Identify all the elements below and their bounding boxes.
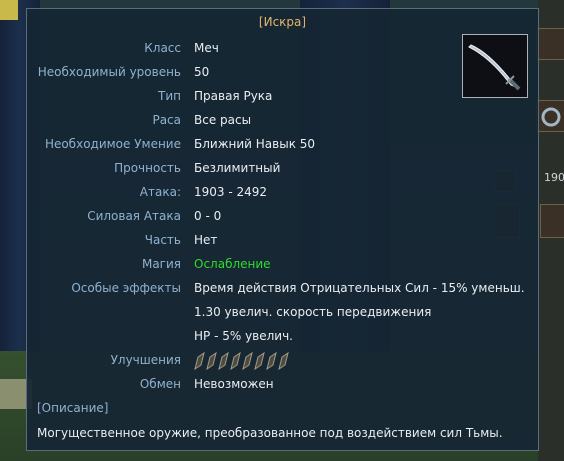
stat-value: Правая Рука: [194, 89, 273, 103]
stat-label: Обмен: [139, 377, 181, 391]
stat-value: 0 - 0: [194, 209, 222, 223]
stat-row-force-attack: Силовая Атака 0 - 0: [27, 209, 538, 227]
side-panel-number: 190: [544, 171, 564, 184]
stat-row-trade: Обмен Невозможен: [27, 377, 538, 395]
inventory-slot-claw-2[interactable]: [540, 204, 564, 238]
equipment-slot-ring[interactable]: [536, 100, 564, 132]
stat-row-upgrades: Улучшения: [27, 351, 538, 371]
stat-value: HP - 5% увелич.: [194, 329, 293, 343]
stat-label: Необходимый уровень: [37, 65, 181, 79]
stat-label: Раса: [152, 113, 181, 127]
stat-row-durability: Прочность Безлимитный: [27, 161, 538, 179]
upgrade-slots-icon: [194, 351, 289, 371]
frame-strip: [0, 0, 18, 20]
stat-value: 1.30 увелич. скорость передвижения: [194, 305, 432, 319]
stat-value: Меч: [194, 41, 219, 55]
upgrade-slot-gem: [278, 351, 289, 371]
stat-label: Часть: [144, 233, 181, 247]
stat-value: 50: [194, 65, 210, 79]
stat-label: Прочность: [114, 161, 181, 175]
stat-value: Невозможен: [194, 377, 274, 391]
stat-label: Класс: [144, 41, 181, 55]
description-text: Могущественное оружие, преобразованное п…: [37, 426, 503, 440]
equipment-slot-top[interactable]: [536, 28, 564, 60]
stat-row-part: Часть Нет: [27, 233, 538, 251]
description-header[interactable]: [Описание]: [37, 401, 108, 415]
stat-value: Нет: [194, 233, 218, 247]
stat-label: Магия: [141, 257, 181, 271]
stat-label: Тип: [158, 89, 181, 103]
upgrade-slot-gem: [194, 351, 205, 371]
upgrade-slot-gem: [242, 351, 253, 371]
stat-value: Время действия Отрицательных Сил - 15% у…: [194, 281, 525, 295]
stat-value: 1903 - 2492: [194, 185, 268, 199]
stat-label: Атака:: [139, 185, 181, 199]
stat-value: Безлимитный: [194, 161, 281, 175]
stat-value: Ближний Навык 50: [194, 137, 316, 151]
stat-row-type: Тип Правая Рука: [27, 89, 538, 107]
magic-value: Ослабление: [194, 257, 271, 271]
stat-row-class: Класс Меч: [27, 41, 538, 59]
stat-value: Все расы: [194, 113, 252, 127]
stat-row-required-skill: Необходимое Умение Ближний Навык 50: [27, 137, 538, 155]
upgrade-slot-gem: [218, 351, 229, 371]
item-tooltip: [Искра] Класс Меч Необходимый уровень 50…: [26, 8, 539, 451]
stat-label: Необходимое Умение: [44, 137, 181, 151]
stat-row-required-level: Необходимый уровень 50: [27, 65, 538, 83]
stat-label: Силовая Атака: [87, 209, 181, 223]
stat-row-attack: Атака: 1903 - 2492: [27, 185, 538, 203]
upgrade-slot-gem: [266, 351, 277, 371]
stat-label: Особые эффекты: [71, 281, 181, 295]
upgrade-slot-gem: [206, 351, 217, 371]
item-title: [Искра]: [258, 15, 307, 29]
stat-row-effect-2: 1.30 увелич. скорость передвижения: [27, 305, 538, 323]
stat-row-race: Раса Все расы: [27, 113, 538, 131]
stat-row-special-effects: Особые эффекты Время действия Отрицатель…: [27, 281, 538, 299]
upgrade-slot-gem: [254, 351, 265, 371]
stat-row-effect-3: HP - 5% увелич.: [27, 329, 538, 347]
upgrade-slot-gem: [230, 351, 241, 371]
stat-label: Улучшения: [110, 353, 181, 367]
ring-icon: [541, 107, 561, 127]
stat-row-magic: Магия Ослабление: [27, 257, 538, 275]
